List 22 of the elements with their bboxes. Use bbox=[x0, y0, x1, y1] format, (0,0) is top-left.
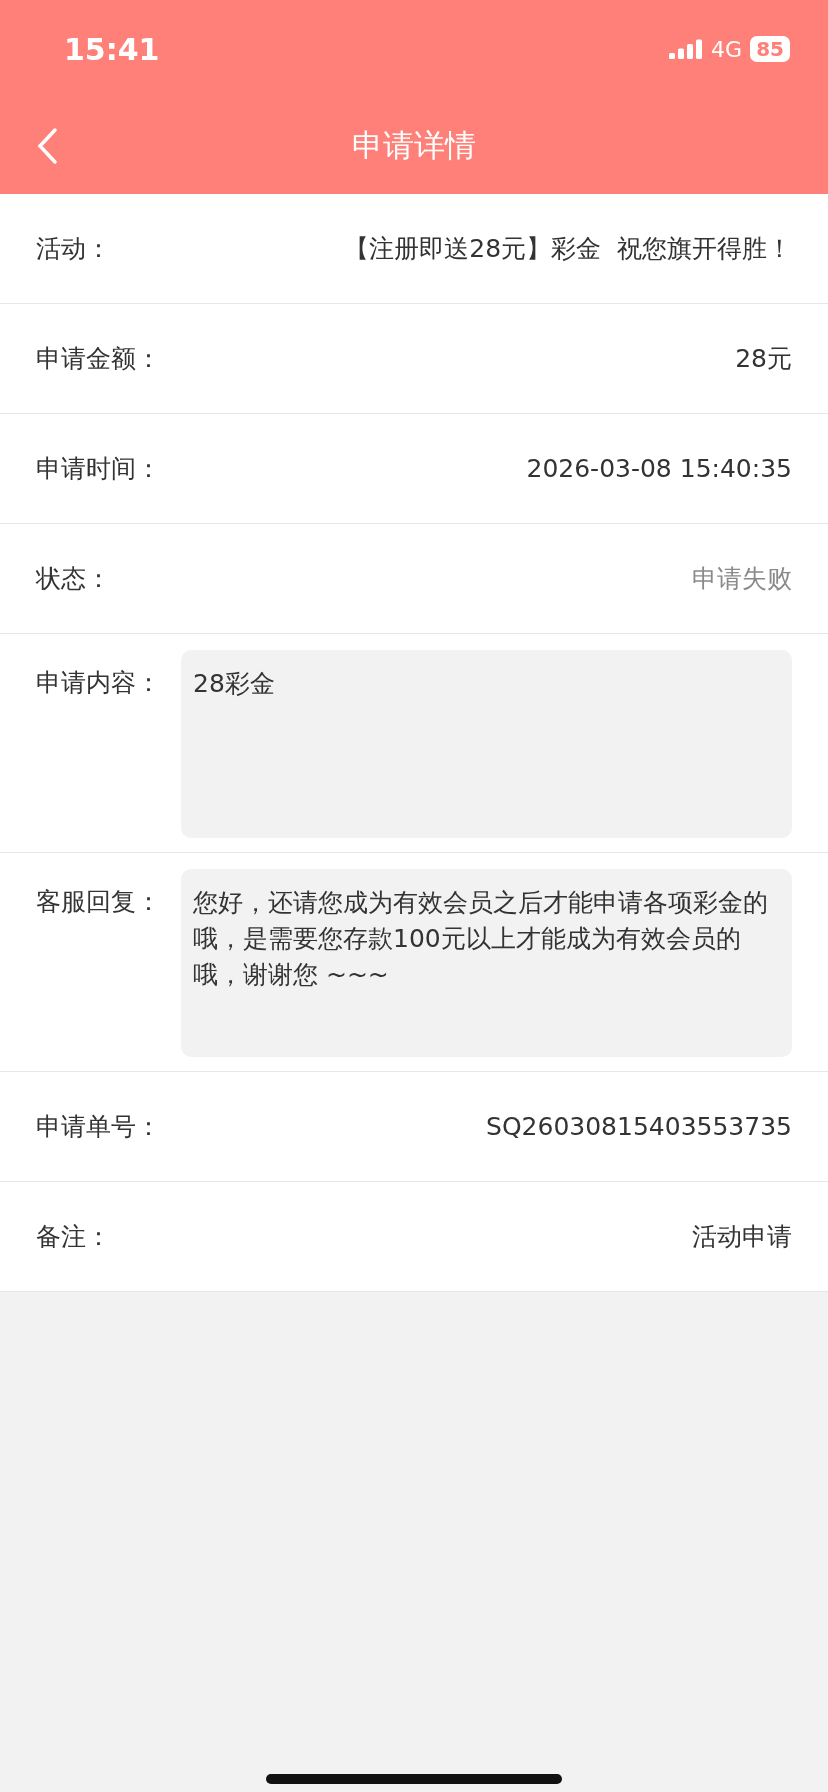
field-value: 2026-03-08 15:40:35 bbox=[525, 454, 792, 483]
field-label: 状态： bbox=[36, 563, 112, 595]
battery-level: 85 bbox=[750, 36, 790, 62]
back-icon[interactable] bbox=[36, 127, 58, 165]
field-value: 活动申请 bbox=[691, 1221, 792, 1253]
field-value: 28元 bbox=[734, 343, 792, 375]
text-box: 您好，还请您成为有效会员之后才能申请各项彩金的哦，是需要您存款100元以上才能成为有效会员的哦，谢谢您 ~~~ bbox=[181, 869, 792, 1057]
network-label: 4G bbox=[711, 36, 743, 62]
field-label: 客服回复： bbox=[36, 886, 162, 918]
field-label: 申请金额： bbox=[36, 343, 162, 375]
field-label: 申请单号： bbox=[36, 1111, 162, 1143]
field-label: 申请内容： bbox=[36, 667, 162, 699]
field-label: 备注： bbox=[36, 1221, 112, 1253]
status-time: 15:41 bbox=[64, 31, 160, 67]
signal-icon bbox=[669, 39, 704, 59]
text-box: 28彩金 bbox=[181, 650, 792, 838]
field-value: 【注册即送28元】彩金 祝您旗开得胜！ bbox=[343, 233, 792, 265]
field-label: 活动： bbox=[36, 233, 112, 265]
page-title: 申请详情 bbox=[352, 126, 476, 165]
field-value: SQ26030815403553735 bbox=[485, 1112, 792, 1141]
field-label: 申请时间： bbox=[36, 453, 162, 485]
field-value: 申请失败 bbox=[691, 563, 792, 595]
